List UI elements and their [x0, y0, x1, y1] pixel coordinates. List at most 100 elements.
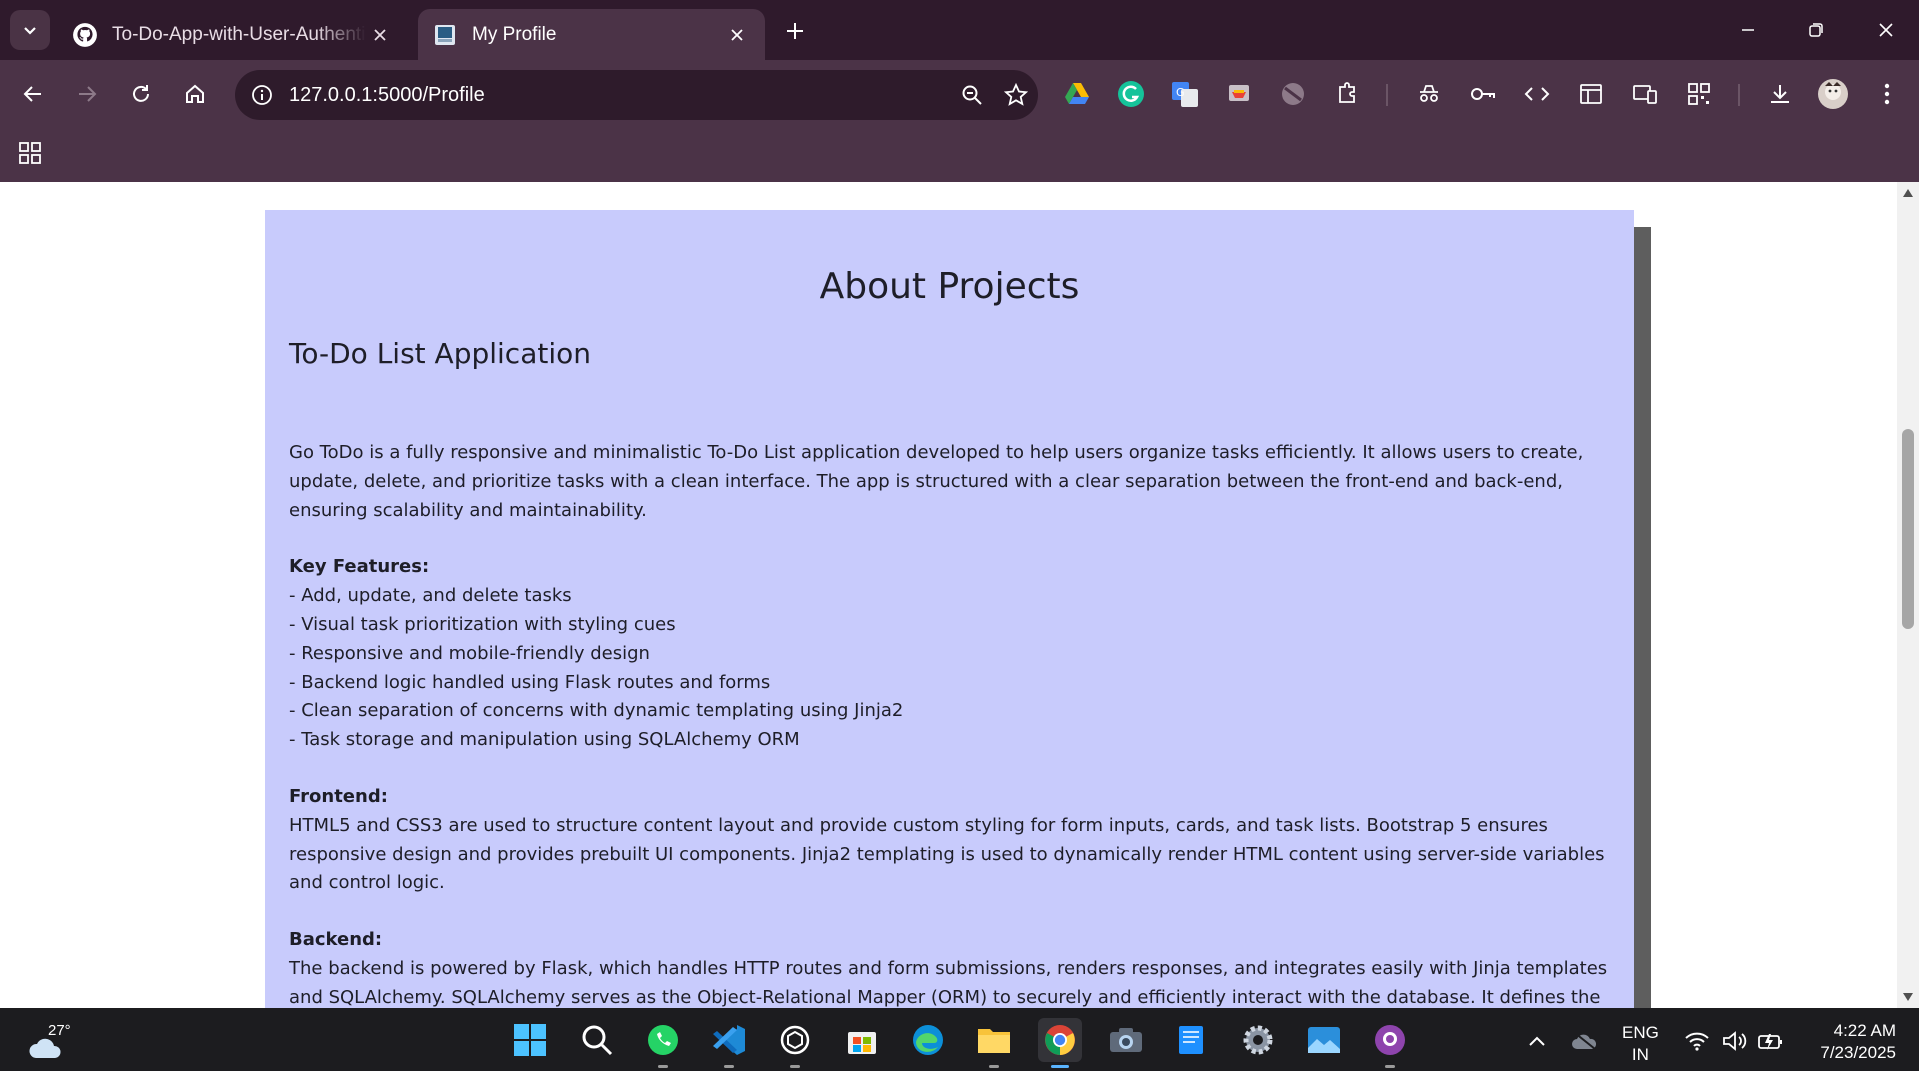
- tab-title: To-Do-App-with-User-Authentication: [112, 23, 366, 45]
- home-button[interactable]: [175, 74, 215, 114]
- browser-toolbar: 127.0.0.1:5000/Profile G: [0, 60, 1919, 182]
- cast-icon[interactable]: [1219, 74, 1259, 114]
- chevron-up-icon[interactable]: [1522, 1026, 1552, 1056]
- start-icon[interactable]: [508, 1018, 552, 1062]
- feature-item: - Add, update, and delete tasks: [289, 585, 572, 607]
- whatsapp-icon[interactable]: [641, 1018, 685, 1068]
- apps-grid-icon[interactable]: [12, 135, 48, 171]
- onedrive-icon[interactable]: [1570, 1026, 1600, 1056]
- language-code: ENG: [1622, 1023, 1659, 1042]
- close-window-button[interactable]: [1858, 10, 1914, 50]
- feature-item: - Backend logic handled using Flask rout…: [289, 671, 771, 693]
- tab-my-profile[interactable]: My Profile: [418, 9, 765, 60]
- back-arrow-icon: [23, 86, 41, 102]
- scroll-up-arrow-icon[interactable]: [1901, 186, 1915, 200]
- bookmark-star-icon[interactable]: [994, 73, 1038, 117]
- back-button[interactable]: [13, 74, 53, 114]
- tab-github[interactable]: To-Do-App-with-User-Authentication: [58, 9, 408, 60]
- vscode-icon[interactable]: [707, 1018, 751, 1068]
- minimize-button[interactable]: [1720, 10, 1776, 50]
- responsive-icon[interactable]: [1625, 74, 1665, 114]
- blocker-icon[interactable]: [1273, 74, 1313, 114]
- language-indicator[interactable]: ENG IN: [1622, 1022, 1659, 1066]
- windows-taskbar: 27° ENG IN 4:22 AM 7/23/2025: [0, 1008, 1919, 1071]
- plus-icon: [787, 23, 803, 39]
- project-description: Go ToDo is a fully responsive and minima…: [289, 439, 1610, 1008]
- file-explorer-icon[interactable]: [972, 1018, 1016, 1068]
- new-tab-button[interactable]: [778, 14, 812, 48]
- site-info-icon[interactable]: [247, 80, 277, 110]
- forward-button[interactable]: [67, 74, 107, 114]
- profile-avatar[interactable]: [1813, 74, 1853, 114]
- chrome-menu-icon[interactable]: [1867, 74, 1907, 114]
- frontend-label: Frontend:: [289, 785, 388, 807]
- qr-code-icon[interactable]: [1679, 74, 1719, 114]
- weather-widget[interactable]: 27°: [26, 1022, 76, 1062]
- camera-icon[interactable]: [1104, 1018, 1148, 1062]
- incognito-icon[interactable]: [1409, 74, 1449, 114]
- close-tab-icon[interactable]: [366, 21, 394, 49]
- github-desktop-icon[interactable]: [1368, 1018, 1412, 1068]
- volume-icon[interactable]: [1720, 1026, 1750, 1056]
- google-translate-icon[interactable]: G: [1165, 74, 1205, 114]
- tab-title: My Profile: [472, 23, 557, 45]
- code-icon[interactable]: [1517, 74, 1557, 114]
- reload-button[interactable]: [121, 74, 161, 114]
- reload-icon: [133, 85, 149, 102]
- battery-icon[interactable]: [1756, 1026, 1786, 1056]
- search-icon[interactable]: [575, 1018, 619, 1062]
- github-icon: [72, 22, 98, 48]
- forward-arrow-icon: [79, 86, 97, 102]
- page-viewport: About Projects To-Do List Application Go…: [0, 182, 1919, 1008]
- chatgpt-icon[interactable]: [773, 1018, 817, 1068]
- browser-tab-strip: To-Do-App-with-User-Authentication My Pr…: [0, 0, 1919, 60]
- store-icon[interactable]: [840, 1018, 884, 1062]
- home-icon: [186, 84, 204, 103]
- grammarly-icon[interactable]: [1111, 74, 1151, 114]
- close-icon: [1879, 23, 1893, 37]
- restore-button[interactable]: [1788, 10, 1844, 50]
- project-title: To-Do List Application: [289, 337, 591, 370]
- region-code: IN: [1631, 1045, 1649, 1064]
- vertical-scrollbar[interactable]: [1897, 182, 1919, 1008]
- features-label: Key Features:: [289, 556, 430, 578]
- google-drive-icon[interactable]: [1057, 74, 1097, 114]
- scrollbar-thumb[interactable]: [1902, 429, 1914, 629]
- tab-search-button[interactable]: [10, 10, 50, 50]
- toolbar-separator: [1386, 84, 1388, 106]
- close-tab-icon[interactable]: [723, 21, 751, 49]
- clock-time: 4:22 AM: [1833, 1021, 1896, 1040]
- backend-label: Backend:: [289, 929, 383, 951]
- chrome-icon[interactable]: [1038, 1018, 1082, 1068]
- toolbar-separator: [1738, 84, 1740, 106]
- feature-item: - Visual task prioritization with stylin…: [289, 613, 676, 635]
- download-icon[interactable]: [1760, 74, 1800, 114]
- scroll-down-arrow-icon[interactable]: [1901, 990, 1915, 1004]
- address-bar[interactable]: 127.0.0.1:5000/Profile: [235, 70, 1038, 120]
- clock-date: 7/23/2025: [1820, 1043, 1896, 1062]
- about-projects-card: About Projects To-Do List Application Go…: [265, 210, 1634, 1008]
- restore-icon: [1809, 23, 1823, 37]
- backend-paragraph: The backend is powered by Flask, which h…: [289, 957, 1608, 1008]
- page-favicon: [432, 22, 458, 48]
- password-key-icon[interactable]: [1463, 74, 1503, 114]
- notepad-icon[interactable]: [1170, 1018, 1214, 1062]
- photos-icon[interactable]: [1302, 1018, 1346, 1062]
- svg-text:G: G: [1176, 86, 1185, 99]
- feature-item: - Clean separation of concerns with dyna…: [289, 700, 904, 722]
- extensions-icon[interactable]: [1327, 74, 1367, 114]
- system-clock[interactable]: 4:22 AM 7/23/2025: [1800, 1020, 1896, 1064]
- feature-item: - Task storage and manipulation using SQ…: [289, 729, 800, 751]
- wifi-icon[interactable]: [1682, 1026, 1712, 1056]
- page-title: About Projects: [819, 266, 1080, 307]
- settings-icon[interactable]: [1236, 1018, 1280, 1062]
- intro-paragraph: Go ToDo is a fully responsive and minima…: [289, 442, 1584, 521]
- edge-icon[interactable]: [906, 1018, 950, 1062]
- url-text[interactable]: 127.0.0.1:5000/Profile: [289, 84, 950, 107]
- chevron-down-icon: [24, 27, 36, 35]
- feature-item: - Responsive and mobile-friendly design: [289, 642, 650, 664]
- minimize-icon: [1742, 29, 1754, 31]
- zoom-icon[interactable]: [950, 73, 994, 117]
- frontend-paragraph: HTML5 and CSS3 are used to structure con…: [289, 814, 1605, 894]
- layout-icon[interactable]: [1571, 74, 1611, 114]
